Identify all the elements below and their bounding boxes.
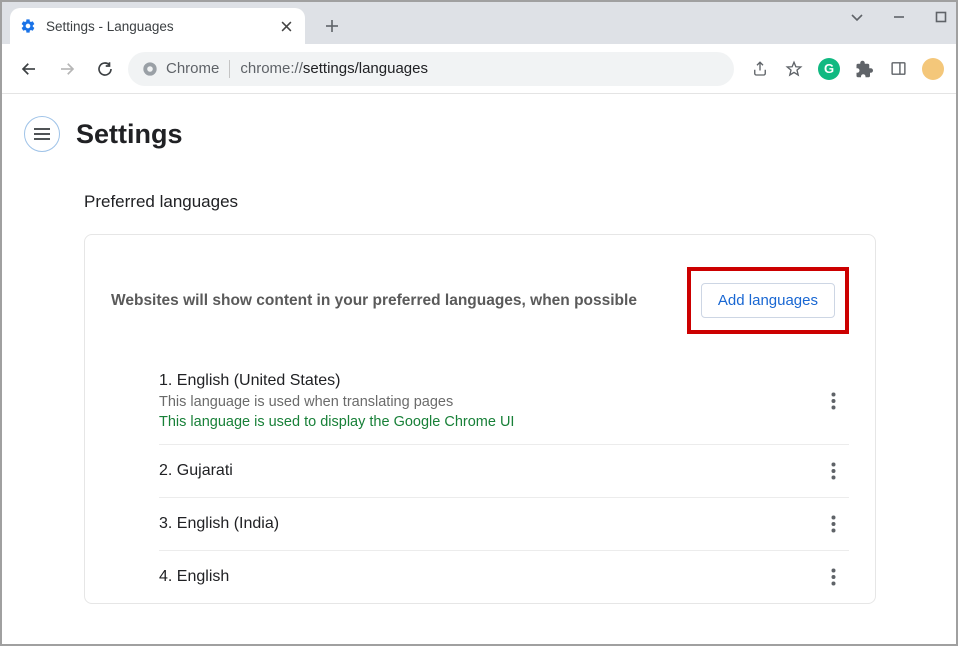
menu-button[interactable] <box>24 116 60 152</box>
share-icon[interactable] <box>750 59 770 79</box>
language-subtext: This language is used when translating p… <box>159 394 514 410</box>
back-button[interactable] <box>14 54 44 84</box>
address-bar[interactable]: Chrome chrome://settings/languages <box>128 52 734 86</box>
language-subtext: This language is used to display the Goo… <box>159 414 514 430</box>
preferred-languages-section: Preferred languages Websites will show c… <box>2 162 956 604</box>
language-list: 1. English (United States) This language… <box>85 358 875 603</box>
card-subtitle: Websites will show content in your prefe… <box>111 292 637 310</box>
tab-title: Settings - Languages <box>46 19 267 34</box>
browser-tab[interactable]: Settings - Languages <box>10 8 305 44</box>
profile-avatar[interactable] <box>922 58 944 80</box>
extensions-icon[interactable] <box>854 59 874 79</box>
language-item: 1. English (United States) This language… <box>159 358 849 445</box>
grammarly-extension-icon[interactable]: G <box>818 58 840 80</box>
gear-icon <box>20 18 36 34</box>
forward-button[interactable] <box>52 54 82 84</box>
language-more-button[interactable] <box>821 512 845 536</box>
url-text: chrome://settings/languages <box>240 60 428 77</box>
page-title: Settings <box>76 119 183 150</box>
add-languages-button[interactable]: Add languages <box>701 283 835 318</box>
language-item: 3. English (India) <box>159 498 849 551</box>
window-controls <box>848 8 950 26</box>
language-more-button[interactable] <box>821 389 845 413</box>
chrome-icon <box>142 61 158 77</box>
site-chip-label: Chrome <box>166 60 219 77</box>
reload-button[interactable] <box>90 54 120 84</box>
new-tab-button[interactable] <box>317 11 347 41</box>
browser-toolbar: Chrome chrome://settings/languages G <box>2 44 956 94</box>
minimize-button[interactable] <box>890 8 908 26</box>
language-more-button[interactable] <box>821 565 845 589</box>
language-item: 2. Gujarati <box>159 445 849 498</box>
language-name: 3. English (India) <box>159 515 279 533</box>
close-tab-button[interactable] <box>277 17 295 35</box>
language-name: 2. Gujarati <box>159 462 233 480</box>
language-item: 4. English <box>159 551 849 603</box>
card-header: Websites will show content in your prefe… <box>85 235 875 358</box>
languages-card: Websites will show content in your prefe… <box>84 234 876 604</box>
add-languages-highlight: Add languages <box>687 267 849 334</box>
side-panel-icon[interactable] <box>888 59 908 79</box>
settings-header: Settings <box>2 94 956 162</box>
language-name: 1. English (United States) <box>159 372 514 390</box>
toolbar-actions: G <box>750 58 944 80</box>
maximize-button[interactable] <box>932 8 950 26</box>
omnibox-divider <box>229 60 230 78</box>
site-chip: Chrome <box>142 60 219 77</box>
bookmark-star-icon[interactable] <box>784 59 804 79</box>
section-heading: Preferred languages <box>84 192 876 212</box>
window-titlebar: Settings - Languages <box>2 2 956 44</box>
language-name: 4. English <box>159 568 229 586</box>
chevron-down-icon[interactable] <box>848 8 866 26</box>
language-more-button[interactable] <box>821 459 845 483</box>
